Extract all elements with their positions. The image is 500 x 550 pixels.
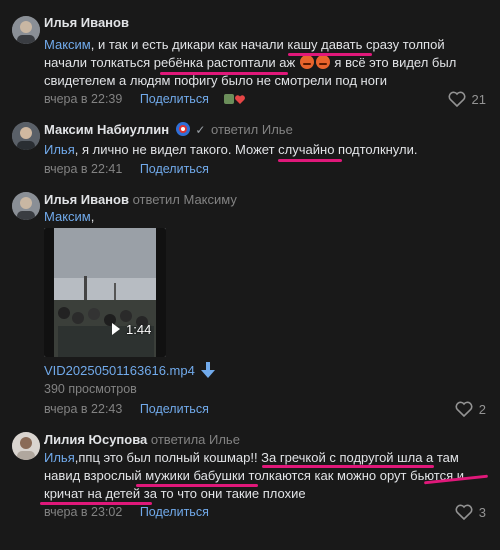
like-count: 3 xyxy=(478,504,486,520)
avatar[interactable] xyxy=(12,122,40,150)
comment-meta: вчера в 23:02 Поделиться xyxy=(44,505,209,519)
video-thumbnail[interactable] xyxy=(44,228,166,357)
angry-emoji-icon xyxy=(299,55,314,69)
download-arrow-icon[interactable] xyxy=(200,362,215,378)
text-line: я всё это видел был xyxy=(334,55,457,70)
comment-header: Илья Иванов xyxy=(44,15,129,30)
text-line: свидетелем а людям пофигу было не смотре… xyxy=(44,73,387,88)
timestamp[interactable]: вчера в 22:39 xyxy=(44,92,122,106)
comment-meta: вчера в 22:43 Поделиться xyxy=(44,402,209,416)
comment-header: Максим Набиуллин ✓ ответил Илье xyxy=(44,122,293,137)
highlight-mark xyxy=(262,465,434,468)
author-name[interactable]: Лилия Юсупова xyxy=(44,432,147,447)
comment-text: Илья, я лично не видел такого. Может слу… xyxy=(44,141,494,159)
timestamp[interactable]: вчера в 22:41 xyxy=(44,162,122,176)
text-line: , и так и есть дикари как начали кашу да… xyxy=(90,37,445,52)
mention-link[interactable]: Илья xyxy=(44,450,75,465)
comment-meta: вчера в 22:41 Поделиться xyxy=(44,162,209,176)
heart-icon xyxy=(448,91,466,107)
comment-header: Илья Иванов ответил Максиму xyxy=(44,192,237,207)
timestamp[interactable]: вчера в 23:02 xyxy=(44,505,122,519)
reactions-icon[interactable] xyxy=(224,93,246,105)
comment-meta: вчера в 22:39 Поделиться xyxy=(44,92,246,106)
comment-text: Максим, xyxy=(44,208,494,226)
play-icon[interactable] xyxy=(112,323,120,335)
captain-shield-icon xyxy=(175,122,190,136)
comment-header: Лилия Юсупова ответила Илье xyxy=(44,432,240,447)
angry-emoji-icon xyxy=(315,55,330,69)
avatar[interactable] xyxy=(12,16,40,44)
verified-icon: ✓ xyxy=(195,123,206,137)
text-line: , я лично не видел такого. Может случайн… xyxy=(74,142,418,157)
replied-to: ответил Максиму xyxy=(132,192,237,207)
highlight-mark xyxy=(278,159,342,162)
text-line: навид взрослый мужики бабушки толкаются … xyxy=(44,468,465,483)
like-count: 2 xyxy=(478,401,486,417)
author-name[interactable]: Илья Иванов xyxy=(44,15,129,30)
highlight-mark xyxy=(160,72,288,75)
author-name[interactable]: Максим Набиуллин xyxy=(44,122,169,137)
file-link[interactable]: VID20250501163616.mp4 xyxy=(44,362,215,378)
text-line: кричат на детей за то что они такие плох… xyxy=(44,486,306,501)
text-line: ,ппц это был полный кошмар!! За гречкой … xyxy=(74,450,459,465)
like-button[interactable]: 2 xyxy=(455,401,486,417)
avatar[interactable] xyxy=(12,432,40,460)
replied-to: ответил Илье xyxy=(211,122,293,137)
mention-link[interactable]: Максим xyxy=(44,209,91,224)
mention-link[interactable]: Максим xyxy=(44,37,91,52)
file-name[interactable]: VID20250501163616.mp4 xyxy=(44,363,195,378)
like-count: 21 xyxy=(471,91,486,107)
replied-to: ответила Илье xyxy=(150,432,240,447)
share-button[interactable]: Поделиться xyxy=(140,505,209,519)
heart-icon xyxy=(455,504,473,520)
share-button[interactable]: Поделиться xyxy=(140,92,209,106)
author-name[interactable]: Илья Иванов xyxy=(44,192,129,207)
video-duration: 1:44 xyxy=(126,322,152,337)
timestamp[interactable]: вчера в 22:43 xyxy=(44,402,122,416)
like-button[interactable]: 21 xyxy=(448,91,486,107)
share-button[interactable]: Поделиться xyxy=(140,402,209,416)
highlight-mark xyxy=(288,53,372,56)
heart-icon xyxy=(455,401,473,417)
view-count: 390 просмотров xyxy=(44,382,137,396)
highlight-mark xyxy=(136,484,258,487)
text-line: , xyxy=(90,209,95,224)
mention-link[interactable]: Илья xyxy=(44,142,75,157)
comment-text: Илья,ппц это был полный кошмар!! За греч… xyxy=(44,449,494,503)
share-button[interactable]: Поделиться xyxy=(140,162,209,176)
comment-text: Максим, и так и есть дикари как начали к… xyxy=(44,36,494,90)
like-button[interactable]: 3 xyxy=(455,504,486,520)
avatar[interactable] xyxy=(12,192,40,220)
text-line: начали толкаться ребёнка растоптали аж xyxy=(44,55,296,70)
